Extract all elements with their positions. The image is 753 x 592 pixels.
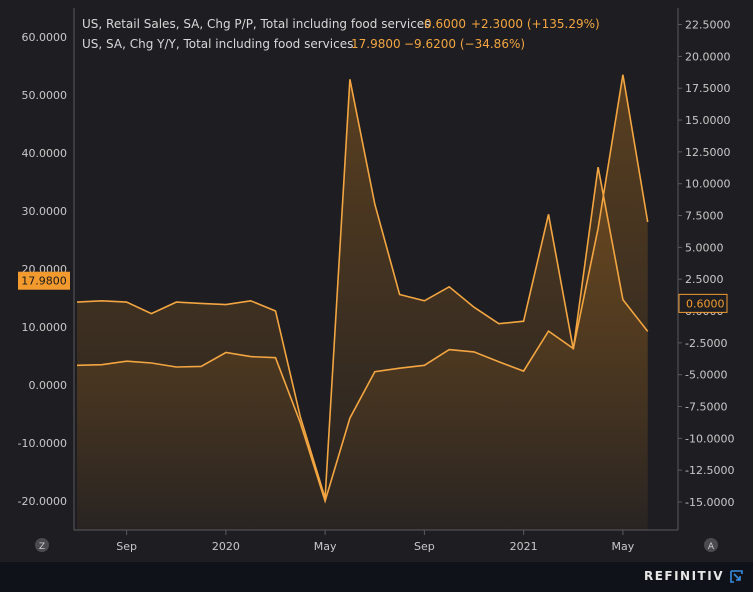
autoscale-button-right[interactable]: A bbox=[704, 538, 718, 552]
brand-name: REFINITIV bbox=[643, 569, 724, 583]
left-tick-label: 30.0000 bbox=[22, 205, 68, 218]
legend-primary-change: +2.3000 (+135.29%) bbox=[471, 17, 600, 31]
right-tick-label: -2.5000 bbox=[685, 337, 727, 350]
left-tick-label: 60.0000 bbox=[22, 31, 68, 44]
left-tick-label: 0.0000 bbox=[29, 379, 68, 392]
brand-logo: REFINITIV bbox=[644, 569, 743, 583]
right-tick-label: -5.0000 bbox=[685, 369, 727, 382]
left-tick-label: -10.0000 bbox=[18, 437, 67, 450]
right-tick-label: 5.0000 bbox=[685, 241, 724, 254]
right-tick-label: -10.0000 bbox=[685, 432, 734, 445]
right-tick-label: 12.5000 bbox=[685, 146, 731, 159]
right-tick-label: 20.0000 bbox=[685, 50, 731, 63]
chart-frame: 60.0000 50.0000 40.0000 30.0000 20.0000 10.00… bbox=[0, 0, 753, 588]
zoom-reset-button-left[interactable]: Z bbox=[35, 538, 49, 552]
right-tick-label: 7.5000 bbox=[685, 210, 724, 223]
right-tick-label: 15.0000 bbox=[685, 114, 731, 127]
left-tick-label: 40.0000 bbox=[22, 147, 68, 160]
legend-secondary-last: 17.9800 bbox=[351, 37, 401, 51]
legend-primary-last: 0.6000 bbox=[424, 17, 466, 31]
left-tick-label: -20.0000 bbox=[18, 495, 67, 508]
refinitiv-mark-icon bbox=[730, 569, 743, 583]
left-last-value-text: 17.9800 bbox=[21, 275, 67, 288]
autoscale-label-right: A bbox=[708, 542, 715, 552]
right-tick-label: 2.5000 bbox=[685, 273, 724, 286]
zoom-reset-label-left: Z bbox=[39, 542, 45, 552]
left-tick-label: 50.0000 bbox=[22, 89, 68, 102]
legend-primary-name: US, Retail Sales, SA, Chg P/P, Total inc… bbox=[82, 17, 430, 31]
right-last-value-text: 0.6000 bbox=[686, 297, 725, 310]
x-tick-label: Sep bbox=[414, 540, 435, 553]
legend-secondary-name: US, SA, Chg Y/Y, Total including food se… bbox=[82, 37, 353, 51]
left-tick-label: 10.0000 bbox=[22, 321, 68, 334]
right-tick-label: -7.5000 bbox=[685, 401, 727, 414]
right-tick-label: 22.5000 bbox=[685, 19, 731, 32]
right-tick-label: 10.0000 bbox=[685, 178, 731, 191]
chart-svg: 60.0000 50.0000 40.0000 30.0000 20.0000 10.00… bbox=[0, 0, 753, 562]
x-tick-label: Sep bbox=[116, 540, 137, 553]
x-tick-label: May bbox=[612, 540, 635, 553]
legend-secondary-change: −9.6200 (−34.86%) bbox=[404, 37, 525, 51]
x-tick-label: May bbox=[314, 540, 337, 553]
x-tick-label: 2021 bbox=[510, 540, 538, 553]
right-tick-label: 17.5000 bbox=[685, 82, 731, 95]
right-tick-label: -15.0000 bbox=[685, 496, 734, 509]
x-tick-label: 2020 bbox=[212, 540, 240, 553]
right-tick-label: -12.5000 bbox=[685, 464, 734, 477]
